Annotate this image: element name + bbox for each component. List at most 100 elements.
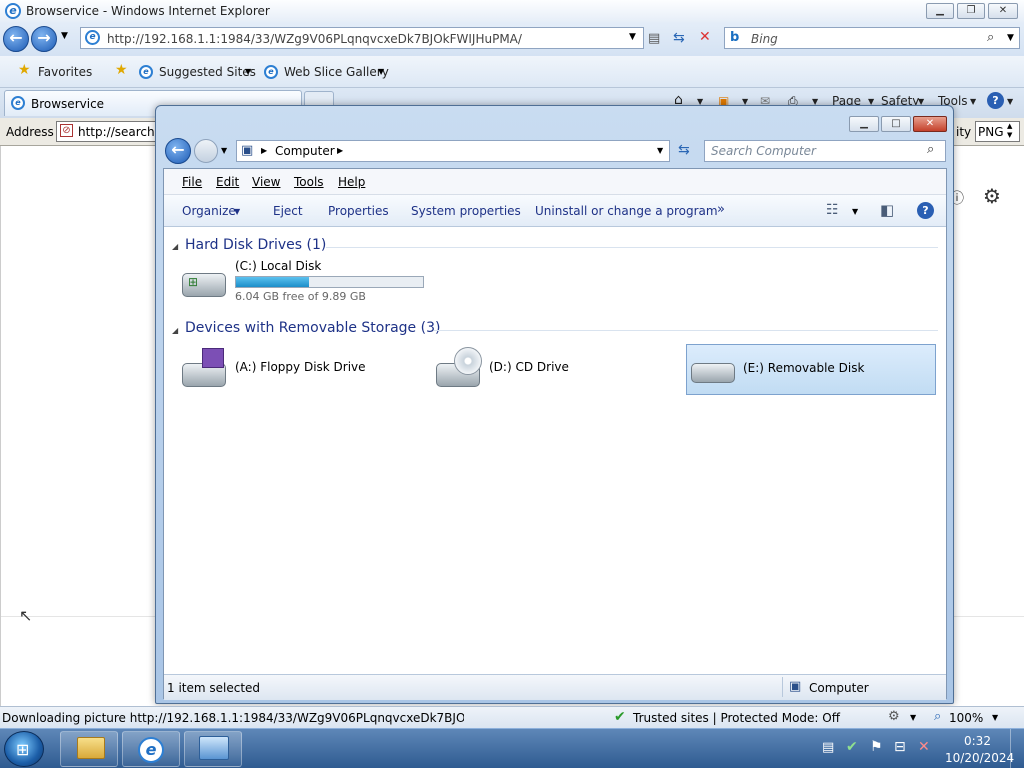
trusted-check-icon: ✔ — [614, 709, 626, 725]
back-button[interactable]: ← — [3, 26, 29, 52]
address-bar[interactable]: e http://192.168.1.1:1984/33/WZg9V06PLqn… — [80, 27, 644, 49]
explorer-back-button[interactable]: ← — [165, 138, 191, 164]
web-slice-gallery-link[interactable]: Web Slice Gallery — [284, 65, 389, 79]
refresh-icon[interactable]: ⇆ — [673, 30, 685, 46]
computer-icon: ▣ — [789, 679, 802, 694]
tab-label: Browservice — [31, 97, 105, 111]
preview-pane-icon[interactable]: ◧ — [880, 201, 894, 219]
uninstall-program-button[interactable]: Uninstall or change a program — [535, 204, 718, 218]
minimize-button[interactable]: ▁ — [926, 3, 954, 19]
folder-icon — [77, 737, 105, 759]
group-collapse-icon[interactable]: ◢ — [172, 242, 178, 251]
taskbar-ie-button[interactable]: e — [122, 731, 180, 767]
tray-action-center-icon[interactable]: ⚑ — [870, 739, 883, 755]
view-options-dropdown[interactable]: ▼ — [852, 207, 858, 216]
explorer-address-dropdown[interactable]: ▼ — [657, 146, 663, 155]
properties-button[interactable]: Properties — [328, 204, 389, 218]
address-dropdown[interactable]: ▼ — [629, 32, 636, 42]
pop-up-settings-icon[interactable]: ⚙ — [888, 709, 900, 724]
breadcrumb-arrow-icon[interactable]: ▶ — [261, 146, 267, 155]
help-dropdown[interactable]: ▼ — [1007, 97, 1013, 106]
view-options-icon[interactable]: ☷ — [826, 202, 839, 218]
cd-disc-icon — [454, 347, 482, 375]
tray-network-icon[interactable]: ⊟ — [894, 739, 906, 755]
explorer-search-box[interactable]: Search Computer ⌕ — [704, 140, 946, 162]
recent-pages-dropdown[interactable]: ▼ — [61, 31, 68, 41]
explorer-maximize-button[interactable]: □ — [881, 116, 911, 132]
group-collapse-icon[interactable]: ◢ — [172, 326, 178, 335]
maximize-button[interactable]: ❐ — [957, 3, 985, 19]
search-icon[interactable]: ⌕ — [987, 30, 994, 45]
help-icon[interactable]: ? — [987, 92, 1004, 109]
eject-button[interactable]: Eject — [273, 204, 303, 218]
mouse-cursor-icon: ↖ — [19, 606, 33, 625]
clock-date[interactable]: 10/20/2024 — [945, 751, 1014, 765]
explorer-forward-button[interactable] — [194, 139, 218, 163]
zoom-icon[interactable]: ⌕ — [934, 709, 941, 724]
menu-file[interactable]: File — [182, 175, 202, 189]
explorer-help-icon[interactable]: ? — [917, 202, 934, 219]
organize-button[interactable]: Organize — [182, 204, 236, 218]
menu-tools[interactable]: Tools — [294, 175, 324, 189]
drive-e-removable-selected[interactable]: (E:) Removable Disk — [686, 344, 936, 395]
menu-view[interactable]: View — [252, 175, 280, 189]
search-dropdown[interactable]: ▼ — [1007, 33, 1014, 43]
explorer-address-bar[interactable]: ▣ ▶ Computer ▶ ▼ — [236, 140, 670, 162]
control-panel-icon — [199, 736, 229, 760]
drive-d-name: (D:) CD Drive — [489, 360, 569, 374]
drive-d-cd[interactable]: (D:) CD Drive — [434, 345, 684, 391]
group-hard-disk-drives[interactable]: Hard Disk Drives (1) — [185, 237, 326, 253]
page-icon: e — [85, 30, 100, 45]
url-text: http://192.168.1.1:1984/33/WZg9V06PLqnqv… — [107, 32, 522, 46]
suggested-sites-dropdown[interactable]: ▼ — [245, 67, 251, 76]
web-slice-dropdown[interactable]: ▼ — [378, 67, 384, 76]
menu-edit[interactable]: Edit — [216, 175, 239, 189]
drive-c-free-space: 6.04 GB free of 9.89 GB — [235, 290, 366, 303]
close-button[interactable]: ✕ — [988, 3, 1018, 19]
favorites-button[interactable]: Favorites — [38, 65, 92, 79]
zoom-dropdown[interactable]: ▼ — [992, 713, 998, 722]
settings-gear-icon[interactable]: ⚙ — [983, 184, 1001, 208]
window-title: Browservice - Windows Internet Explorer — [26, 4, 270, 18]
hard-disk-icon: ⊞ — [182, 273, 226, 297]
tools-dropdown[interactable]: ▼ — [970, 97, 976, 106]
add-favorites-icon[interactable]: ★ — [115, 62, 128, 78]
search-box[interactable]: b Bing ⌕ ▼ — [724, 27, 1020, 49]
organize-dropdown[interactable]: ▼ — [234, 207, 240, 216]
search-icon[interactable]: ⌕ — [927, 142, 934, 157]
start-button[interactable]: ⊞ — [4, 731, 44, 767]
selection-status: 1 item selected — [167, 681, 261, 695]
explorer-status-bar: 1 item selected ▣ Computer — [164, 674, 946, 700]
explorer-refresh-icon[interactable]: ⇆ — [678, 142, 690, 158]
forward-button[interactable]: → — [31, 26, 57, 52]
compatibility-view-icon[interactable]: ▤ — [648, 31, 660, 46]
drive-a-floppy[interactable]: (A:) Floppy Disk Drive — [180, 345, 430, 391]
breadcrumb-computer[interactable]: Computer — [275, 144, 335, 158]
clock-time[interactable]: 0:32 — [964, 734, 991, 748]
stop-icon[interactable]: ✕ — [699, 29, 711, 45]
explorer-history-dropdown[interactable]: ▼ — [221, 146, 227, 155]
ie-navigation-bar: ← → ▼ e http://192.168.1.1:1984/33/WZg9V… — [0, 22, 1024, 56]
tray-volume-muted-icon[interactable]: ✕ — [918, 739, 930, 755]
ie-status-bar: Downloading picture http://192.168.1.1:1… — [0, 706, 1024, 728]
tray-security-icon[interactable]: ✔ — [846, 739, 858, 755]
format-select[interactable]: PNG ▲ ▼ — [975, 121, 1020, 142]
system-properties-button[interactable]: System properties — [411, 204, 521, 218]
menu-help[interactable]: Help — [338, 175, 365, 189]
drive-c-local-disk[interactable]: ⊞ (C:) Local Disk 6.04 GB free of 9.89 G… — [180, 259, 430, 311]
group-removable-storage[interactable]: Devices with Removable Storage (3) — [185, 320, 440, 336]
breadcrumb-arrow-icon[interactable]: ▶ — [337, 146, 343, 155]
format-spinner-icon[interactable]: ▲ ▼ — [1007, 122, 1012, 140]
taskbar-explorer-button[interactable] — [60, 731, 118, 767]
suggested-sites-link[interactable]: Suggested Sites — [159, 65, 256, 79]
drive-e-name: (E:) Removable Disk — [743, 361, 865, 375]
more-commands-button[interactable]: » — [717, 202, 725, 217]
settings-dropdown[interactable]: ▼ — [910, 713, 916, 722]
zoom-level[interactable]: 100% — [949, 711, 983, 725]
explorer-close-button[interactable]: ✕ — [913, 116, 947, 132]
taskbar-control-panel-button[interactable] — [184, 731, 242, 767]
security-zone[interactable]: Trusted sites | Protected Mode: Off — [633, 711, 840, 725]
explorer-minimize-button[interactable]: ▁ — [849, 116, 879, 132]
tray-notes-icon[interactable]: ▤ — [822, 740, 834, 755]
show-desktop-button[interactable] — [1010, 729, 1024, 768]
